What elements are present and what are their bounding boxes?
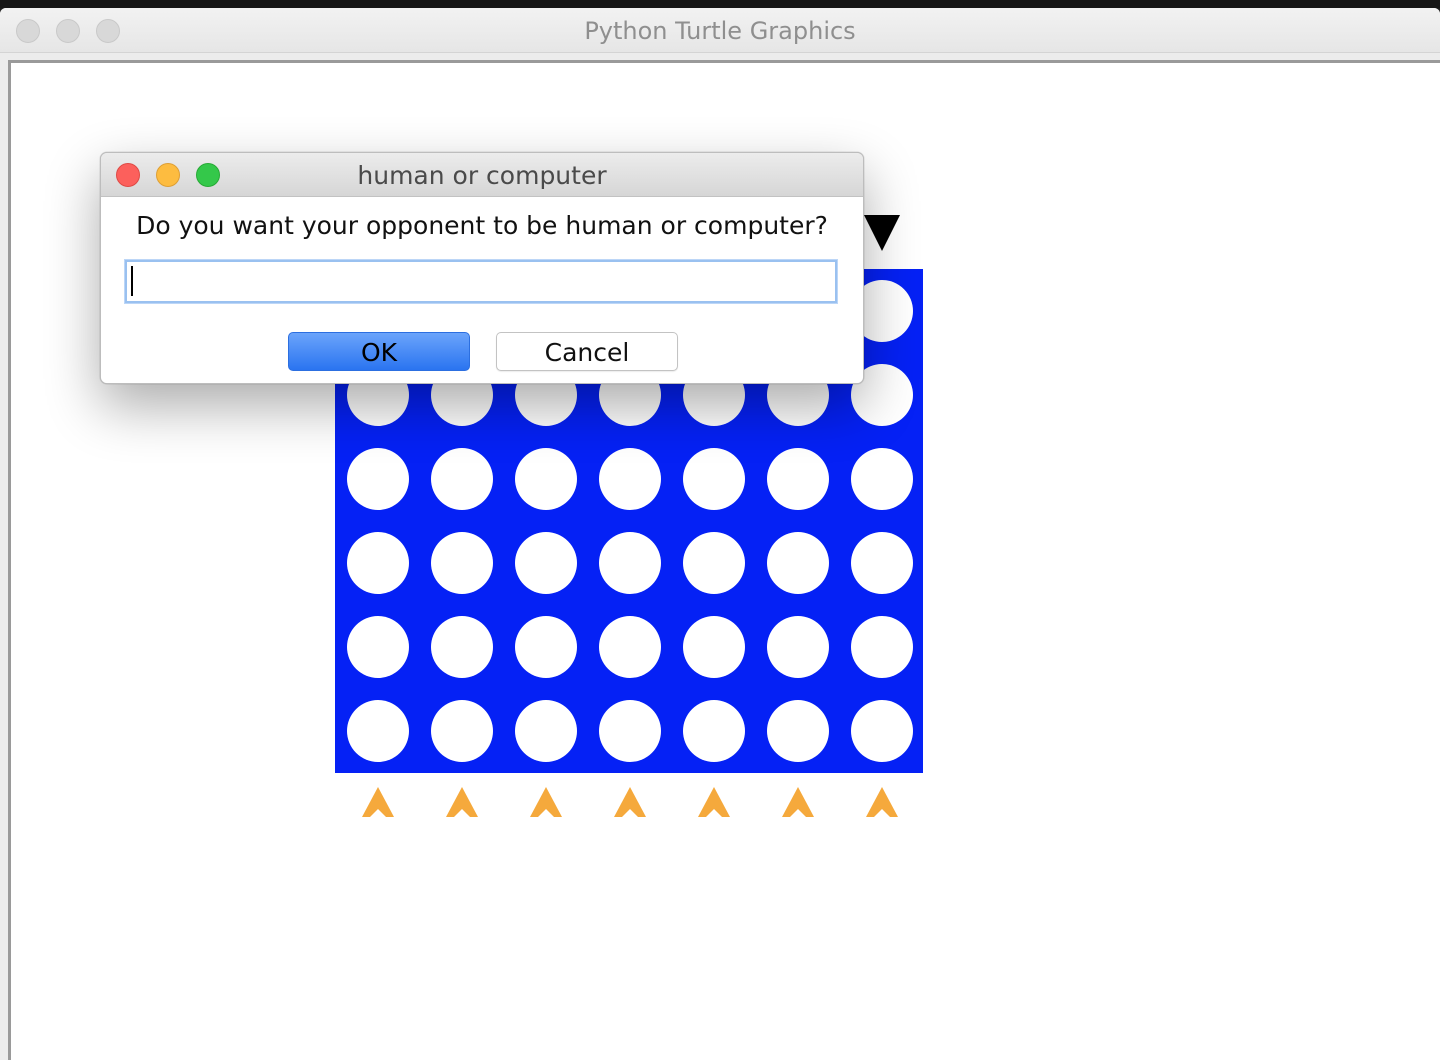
arrow-notch — [874, 809, 890, 817]
board-slot[interactable] — [347, 448, 409, 510]
board-slot[interactable] — [767, 532, 829, 594]
desktop-background-strip — [0, 0, 1440, 8]
board-slot[interactable] — [683, 616, 745, 678]
board-slot[interactable] — [767, 616, 829, 678]
board-slot[interactable] — [851, 448, 913, 510]
board-slot[interactable] — [515, 532, 577, 594]
arrow-notch — [454, 809, 470, 817]
dialog-titlebar[interactable]: human or computer — [101, 153, 863, 197]
arrow-notch — [622, 809, 638, 817]
board-slot[interactable] — [515, 700, 577, 762]
board-slot[interactable] — [599, 448, 661, 510]
board-slot[interactable] — [431, 532, 493, 594]
window-titlebar[interactable]: Python Turtle Graphics — [0, 8, 1440, 53]
board-slot[interactable] — [431, 616, 493, 678]
arrow-notch — [370, 809, 386, 817]
board-slot[interactable] — [851, 700, 913, 762]
board-slot[interactable] — [347, 616, 409, 678]
board-slot[interactable] — [683, 448, 745, 510]
board-slot[interactable] — [851, 532, 913, 594]
board-slot[interactable] — [431, 448, 493, 510]
board-slot[interactable] — [683, 532, 745, 594]
window-title: Python Turtle Graphics — [584, 17, 856, 45]
board-slot[interactable] — [515, 616, 577, 678]
dialog-body: Do you want your opponent to be human or… — [101, 197, 863, 383]
ok-button[interactable]: OK — [288, 332, 470, 371]
board-slot[interactable] — [599, 700, 661, 762]
text-caret — [131, 266, 133, 296]
board-slot[interactable] — [683, 700, 745, 762]
board-slot[interactable] — [347, 532, 409, 594]
input-dialog: human or computer Do you want your oppon… — [100, 152, 864, 384]
opponent-input[interactable] — [125, 260, 837, 303]
board-slot[interactable] — [431, 700, 493, 762]
board-slot[interactable] — [767, 448, 829, 510]
arrow-notch — [790, 809, 806, 817]
dialog-prompt: Do you want your opponent to be human or… — [136, 211, 828, 240]
dialog-title: human or computer — [357, 161, 607, 190]
arrow-notch — [706, 809, 722, 817]
cancel-button[interactable]: Cancel — [496, 332, 678, 371]
board-slot[interactable] — [767, 700, 829, 762]
board-slot[interactable] — [599, 532, 661, 594]
board-slot[interactable] — [515, 448, 577, 510]
board-slot[interactable] — [851, 616, 913, 678]
board-slot[interactable] — [599, 616, 661, 678]
triangle-down-icon — [864, 215, 900, 251]
arrow-notch — [538, 809, 554, 817]
board-slot[interactable] — [347, 700, 409, 762]
